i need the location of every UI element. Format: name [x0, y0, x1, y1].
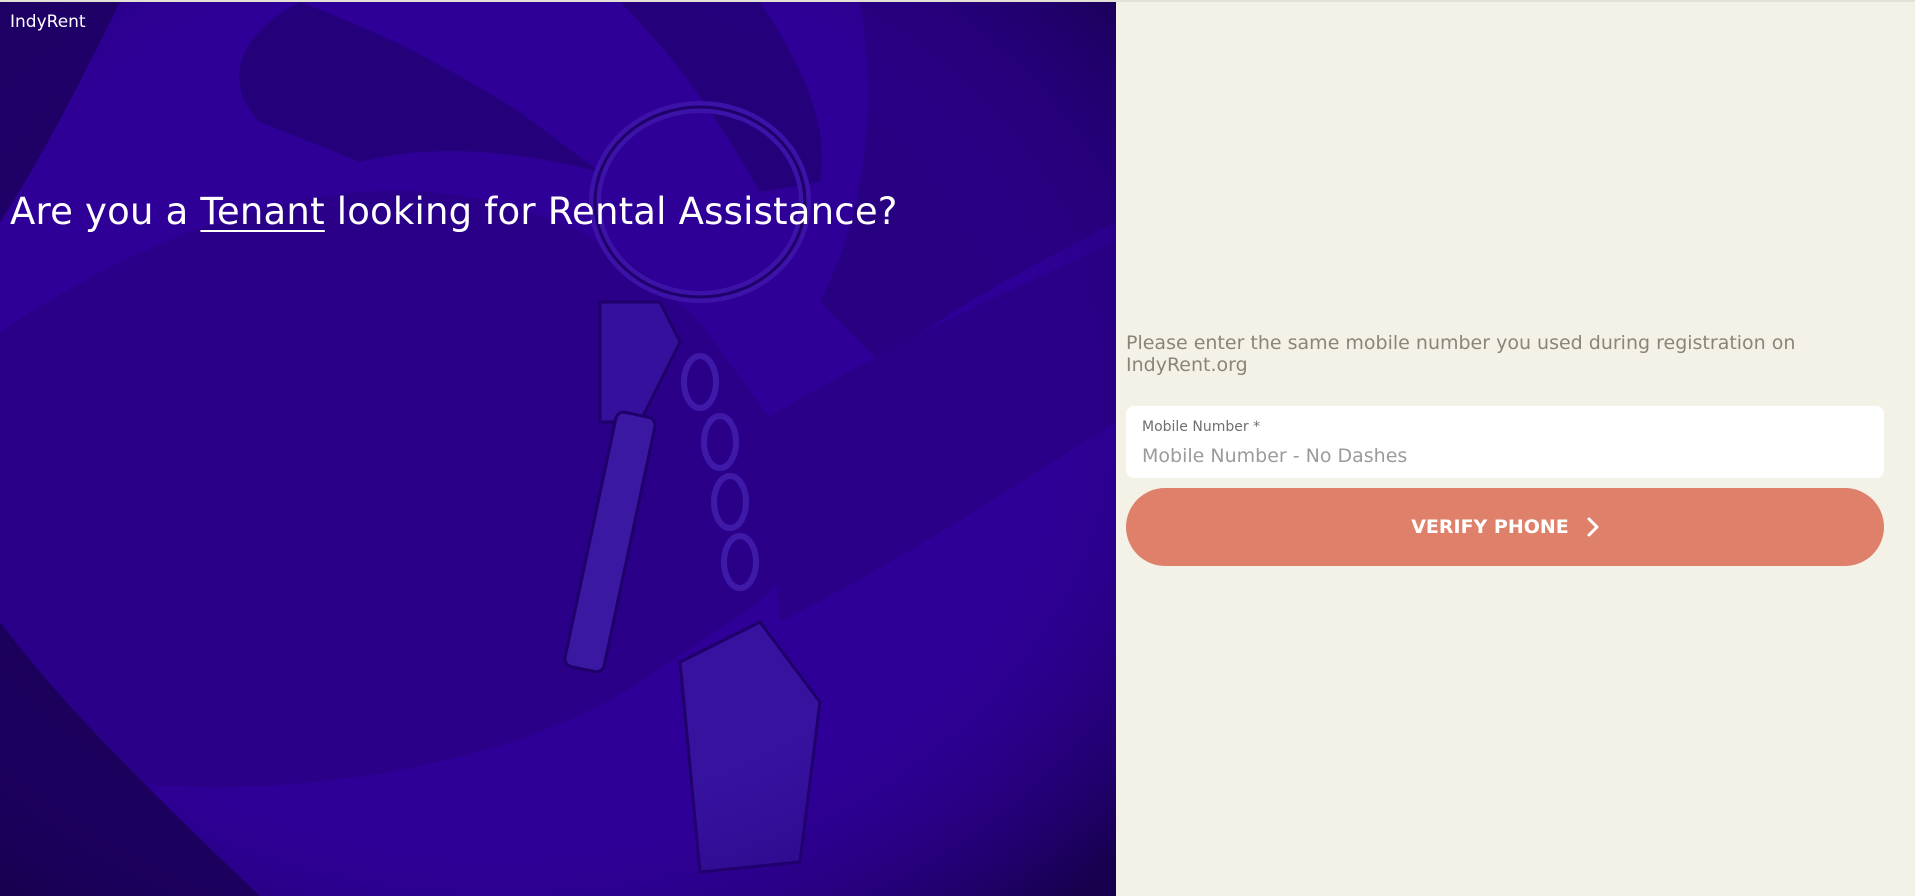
- verify-phone-label: VERIFY PHONE: [1411, 516, 1569, 538]
- hand-with-keys-image: [0, 2, 1116, 896]
- brand-logo[interactable]: IndyRent: [10, 12, 86, 32]
- headline-emphasis: Tenant: [200, 190, 325, 233]
- hero-panel: IndyRent Are you a Tenant looking for Re…: [0, 2, 1116, 896]
- headline-text-before: Are you a: [10, 190, 201, 233]
- verify-phone-button[interactable]: VERIFY PHONE: [1126, 488, 1884, 566]
- mobile-number-field[interactable]: Mobile Number *: [1126, 406, 1884, 478]
- mobile-number-label: Mobile Number *: [1142, 419, 1261, 435]
- headline-text-after: looking for Rental Assistance?: [324, 190, 898, 233]
- mobile-number-input[interactable]: [1140, 442, 1864, 470]
- instructions-text: Please enter the same mobile number you …: [1126, 332, 1796, 376]
- chevron-right-icon: [1587, 517, 1599, 537]
- verification-panel: Please enter the same mobile number you …: [1116, 2, 1915, 896]
- hero-headline: Are you a Tenant looking for Rental Assi…: [10, 190, 898, 233]
